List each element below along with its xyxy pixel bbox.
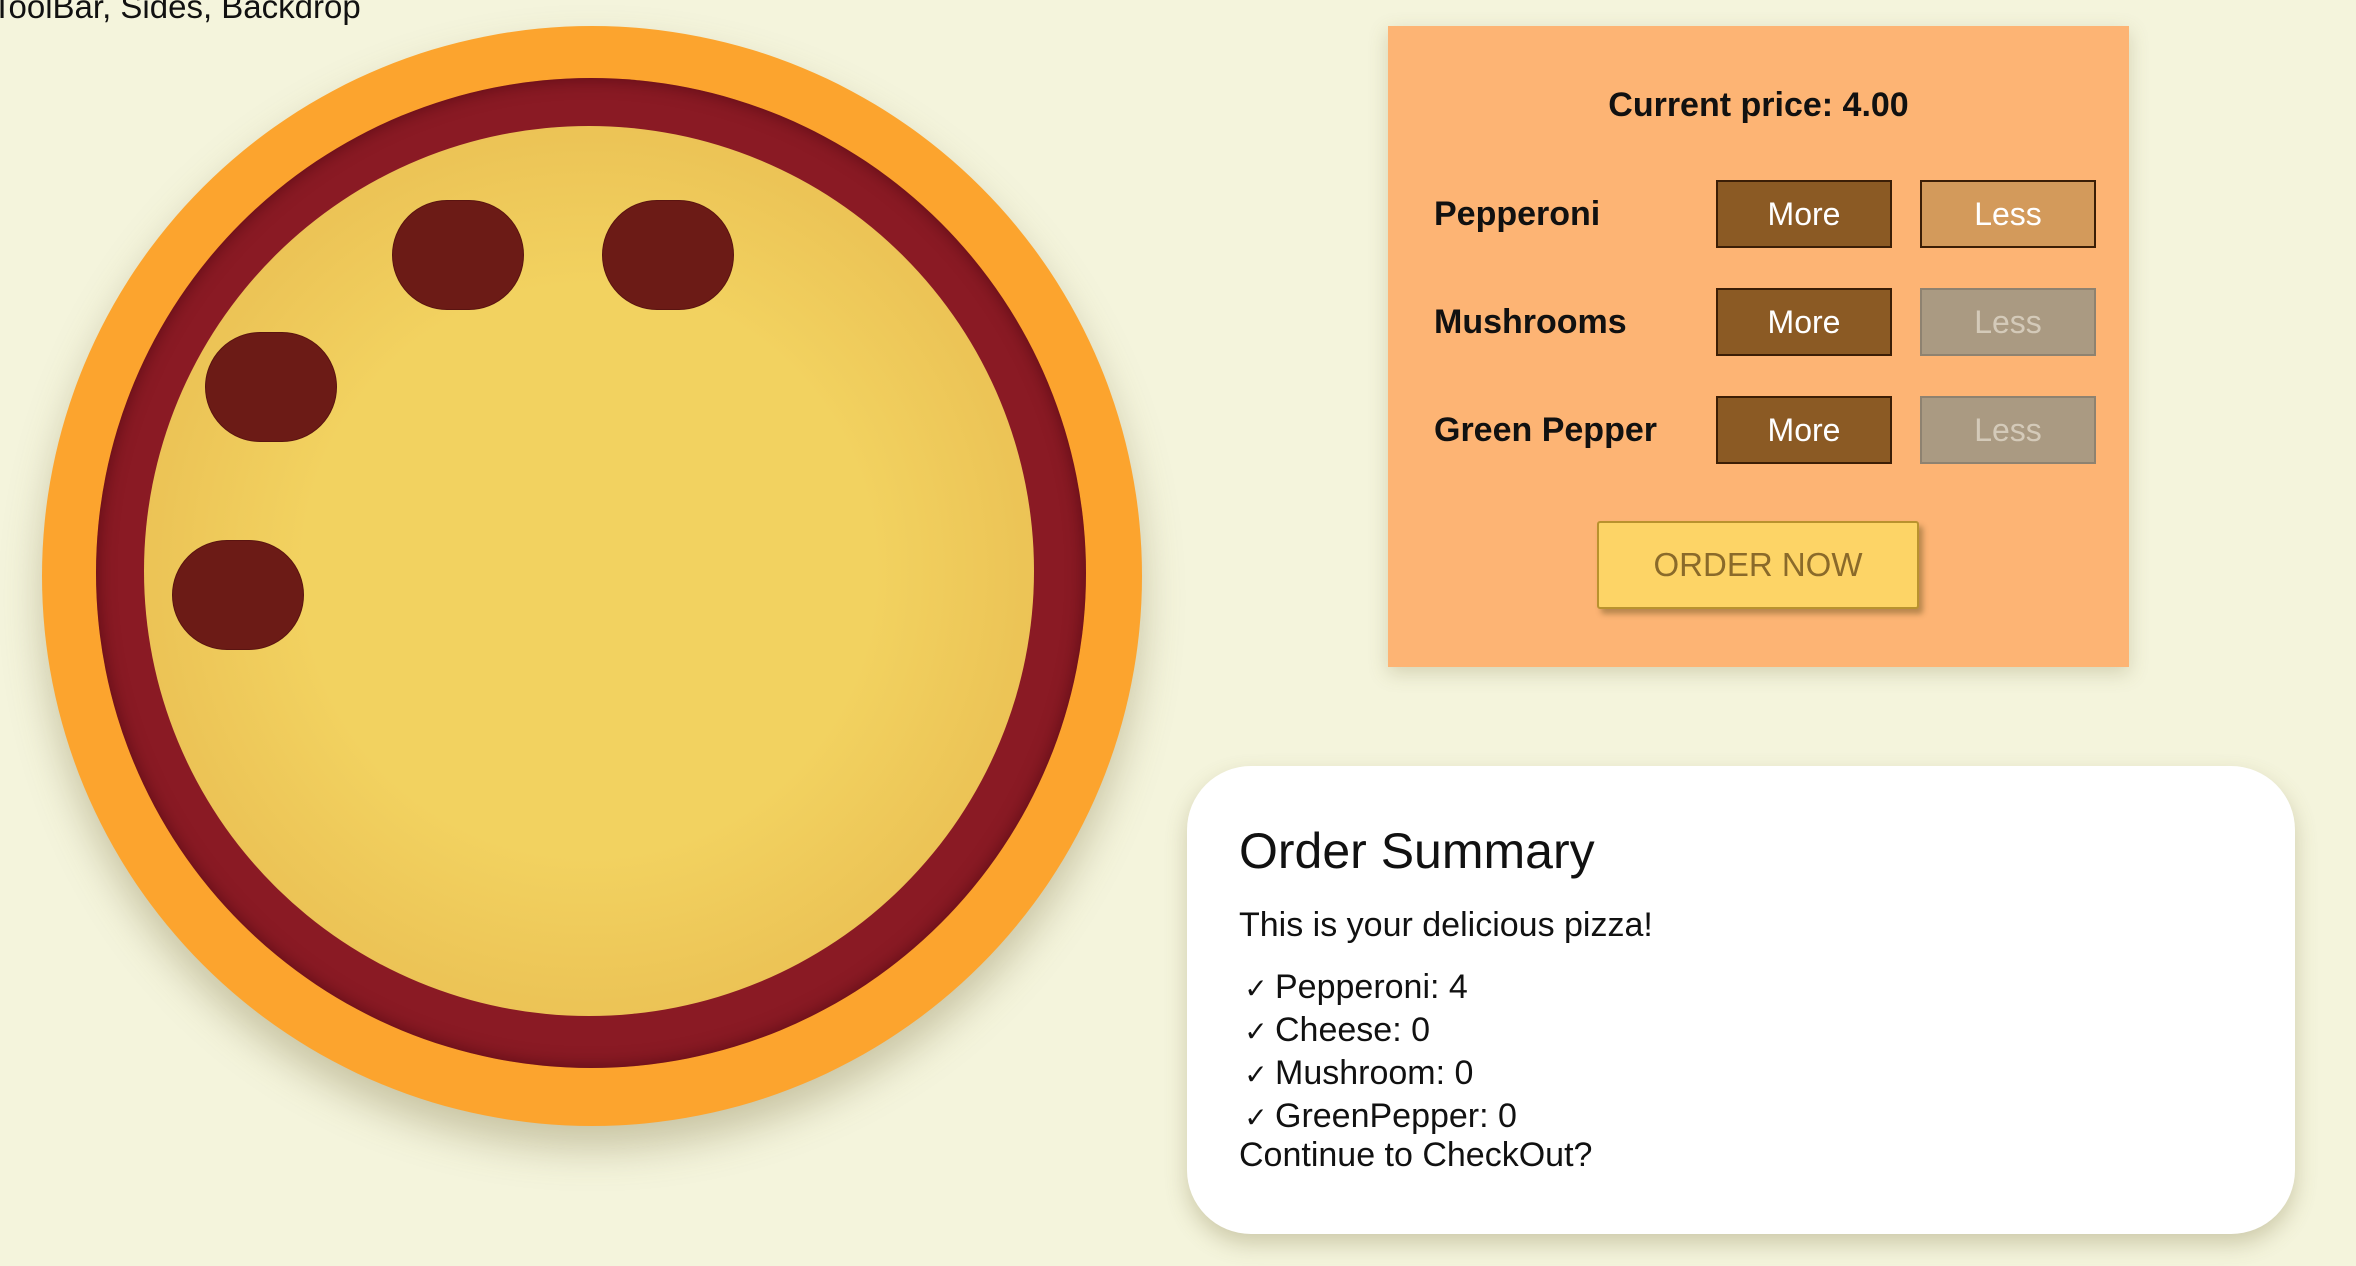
control-label-mushrooms: Mushrooms bbox=[1434, 303, 1627, 341]
list-item: ✓ Pepperoni: 4 bbox=[1243, 966, 1517, 1009]
mushrooms-more-button[interactable]: More bbox=[1716, 288, 1892, 356]
list-item: ✓ Mushroom: 0 bbox=[1243, 1052, 1517, 1095]
build-controls-panel: Current price: 4.00 Pepperoni More Less … bbox=[1388, 26, 2129, 667]
build-control-green-pepper: Green Pepper More Less bbox=[1388, 396, 2129, 464]
order-summary-title: Order Summary bbox=[1239, 823, 1595, 879]
continue-checkout-text: Continue to CheckOut? bbox=[1239, 1136, 1593, 1174]
summary-item-pepperoni: Pepperoni: 4 bbox=[1275, 968, 1468, 1006]
list-item: ✓ GreenPepper: 0 bbox=[1243, 1095, 1517, 1138]
mushrooms-less-button[interactable]: Less bbox=[1920, 288, 2096, 356]
build-control-mushrooms: Mushrooms More Less bbox=[1388, 288, 2129, 356]
summary-item-cheese: Cheese: 0 bbox=[1275, 1011, 1430, 1049]
order-summary-list: ✓ Pepperoni: 4 ✓ Cheese: 0 ✓ Mushroom: 0 ✓ G… bbox=[1243, 966, 1517, 1138]
pepperoni-topping bbox=[392, 200, 524, 310]
summary-item-green-pepper: GreenPepper: 0 bbox=[1275, 1097, 1517, 1135]
checkmark-icon: ✓ bbox=[1244, 1059, 1268, 1090]
control-label-pepperoni: Pepperoni bbox=[1434, 195, 1601, 233]
pepperoni-topping bbox=[172, 540, 304, 650]
control-label-green-pepper: Green Pepper bbox=[1434, 411, 1657, 449]
checkmark-icon: ✓ bbox=[1244, 973, 1268, 1004]
order-now-button[interactable]: ORDER NOW bbox=[1597, 521, 1919, 609]
current-price: Current price: 4.00 bbox=[1608, 86, 1909, 124]
checkmark-icon: ✓ bbox=[1244, 1016, 1268, 1047]
pepperoni-more-button[interactable]: More bbox=[1716, 180, 1892, 248]
order-summary-modal: Order Summary This is your delicious piz… bbox=[1187, 766, 2295, 1234]
green-pepper-more-button[interactable]: More bbox=[1716, 396, 1892, 464]
pepperoni-topping bbox=[205, 332, 337, 442]
pepperoni-less-button[interactable]: Less bbox=[1920, 180, 2096, 248]
pepperoni-topping bbox=[602, 200, 734, 310]
summary-item-mushroom: Mushroom: 0 bbox=[1275, 1054, 1474, 1092]
green-pepper-less-button[interactable]: Less bbox=[1920, 396, 2096, 464]
build-control-pepperoni: Pepperoni More Less bbox=[1388, 180, 2129, 248]
list-item: ✓ Cheese: 0 bbox=[1243, 1009, 1517, 1052]
toolbar-text: ToolBar, Sides, Backdrop bbox=[0, 0, 361, 25]
order-summary-subtitle: This is your delicious pizza! bbox=[1239, 906, 1653, 944]
checkmark-icon: ✓ bbox=[1244, 1102, 1268, 1133]
